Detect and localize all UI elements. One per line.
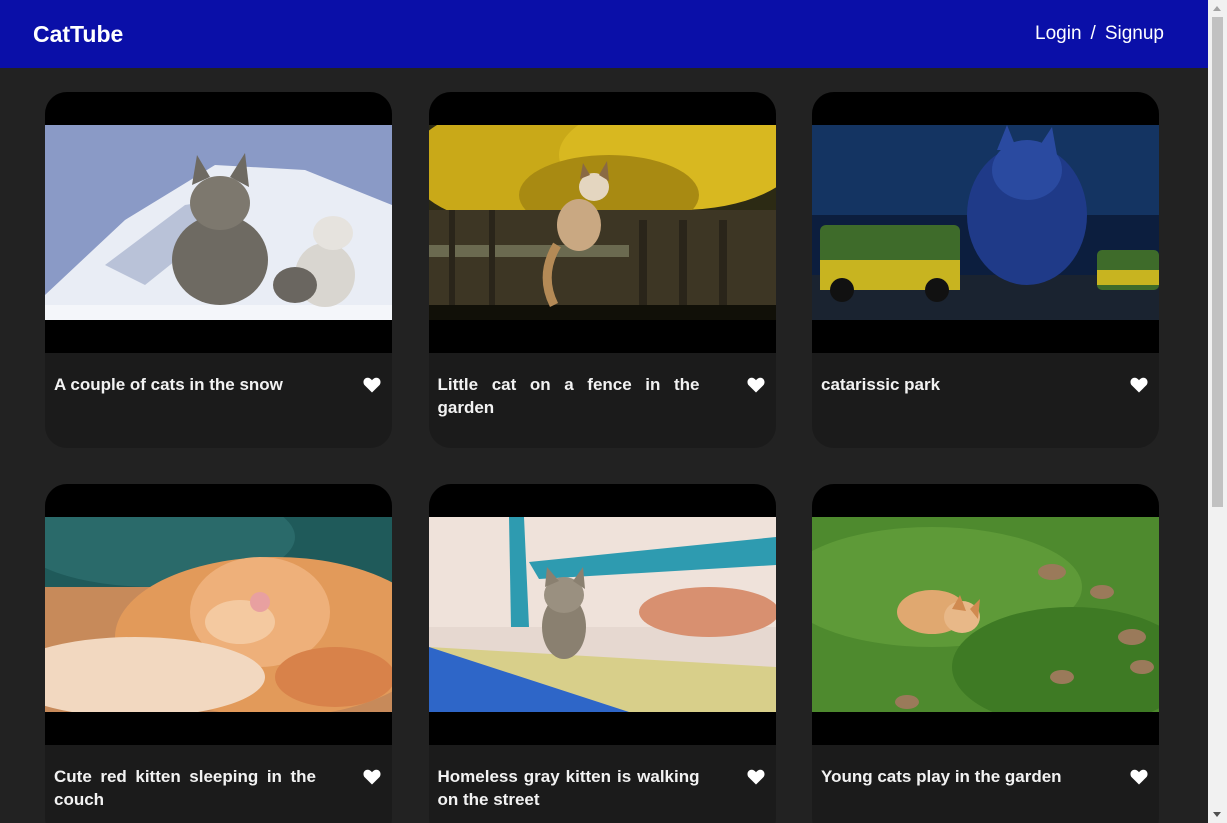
- heart-icon[interactable]: [746, 769, 765, 785]
- video-info: Cute red kitten sleeping in the couch: [45, 745, 392, 811]
- video-thumbnail: [45, 125, 392, 320]
- auth-links: Login / Signup: [1035, 23, 1164, 45]
- scrollbar-thumb[interactable]: [1212, 17, 1223, 507]
- heart-icon[interactable]: [363, 769, 381, 785]
- video-thumbnail-frame: [812, 92, 1159, 353]
- video-thumbnail: [812, 125, 1159, 320]
- video-card[interactable]: Young cats play in the garden: [812, 484, 1159, 823]
- video-thumbnail: [812, 517, 1159, 712]
- video-card[interactable]: Cute red kitten sleeping in the couch: [45, 484, 392, 823]
- video-title[interactable]: Young cats play in the garden: [821, 765, 1083, 788]
- video-thumbnail-frame: [428, 484, 776, 745]
- video-info: catarissic park: [812, 353, 1159, 396]
- video-card[interactable]: catarissic park: [812, 92, 1159, 448]
- video-thumbnail-frame: [45, 92, 392, 353]
- video-title[interactable]: Little cat on a fence in the garden: [438, 373, 700, 419]
- video-title[interactable]: A couple of cats in the snow: [54, 373, 316, 396]
- heart-icon[interactable]: [363, 377, 381, 393]
- video-thumbnail-frame: [428, 92, 776, 353]
- top-navbar: CatTube Login / Signup: [0, 0, 1208, 68]
- video-info: A couple of cats in the snow: [45, 353, 392, 396]
- video-card[interactable]: Little cat on a fence in the garden: [428, 92, 776, 448]
- signup-link[interactable]: Signup: [1105, 23, 1164, 45]
- video-title[interactable]: Cute red kitten sleeping in the couch: [54, 765, 316, 811]
- video-info: Homeless gray kitten is walking on the s…: [429, 745, 776, 811]
- heart-icon[interactable]: [1130, 377, 1148, 393]
- video-thumbnail: [45, 517, 392, 712]
- video-thumbnail-frame: [45, 484, 392, 745]
- video-info: Little cat on a fence in the garden: [429, 353, 776, 419]
- video-card[interactable]: A couple of cats in the snow: [45, 92, 392, 448]
- scroll-up-arrow-icon[interactable]: [1213, 6, 1221, 11]
- video-info: Young cats play in the garden: [812, 745, 1159, 788]
- video-card[interactable]: Homeless gray kitten is walking on the s…: [428, 484, 776, 823]
- video-thumbnail-frame: [812, 484, 1159, 745]
- login-link[interactable]: Login: [1035, 23, 1082, 45]
- video-grid: A couple of cats in the snow Little cat …: [45, 92, 1159, 823]
- vertical-scrollbar[interactable]: [1208, 0, 1227, 823]
- auth-separator: /: [1090, 23, 1096, 44]
- video-title[interactable]: Homeless gray kitten is walking on the s…: [438, 765, 700, 811]
- brand-logo[interactable]: CatTube: [33, 21, 123, 48]
- video-thumbnail: [428, 125, 776, 320]
- heart-icon[interactable]: [746, 377, 765, 393]
- heart-icon[interactable]: [1130, 769, 1148, 785]
- video-thumbnail: [428, 517, 776, 712]
- video-title[interactable]: catarissic park: [821, 373, 1083, 396]
- scroll-down-arrow-icon[interactable]: [1213, 812, 1221, 817]
